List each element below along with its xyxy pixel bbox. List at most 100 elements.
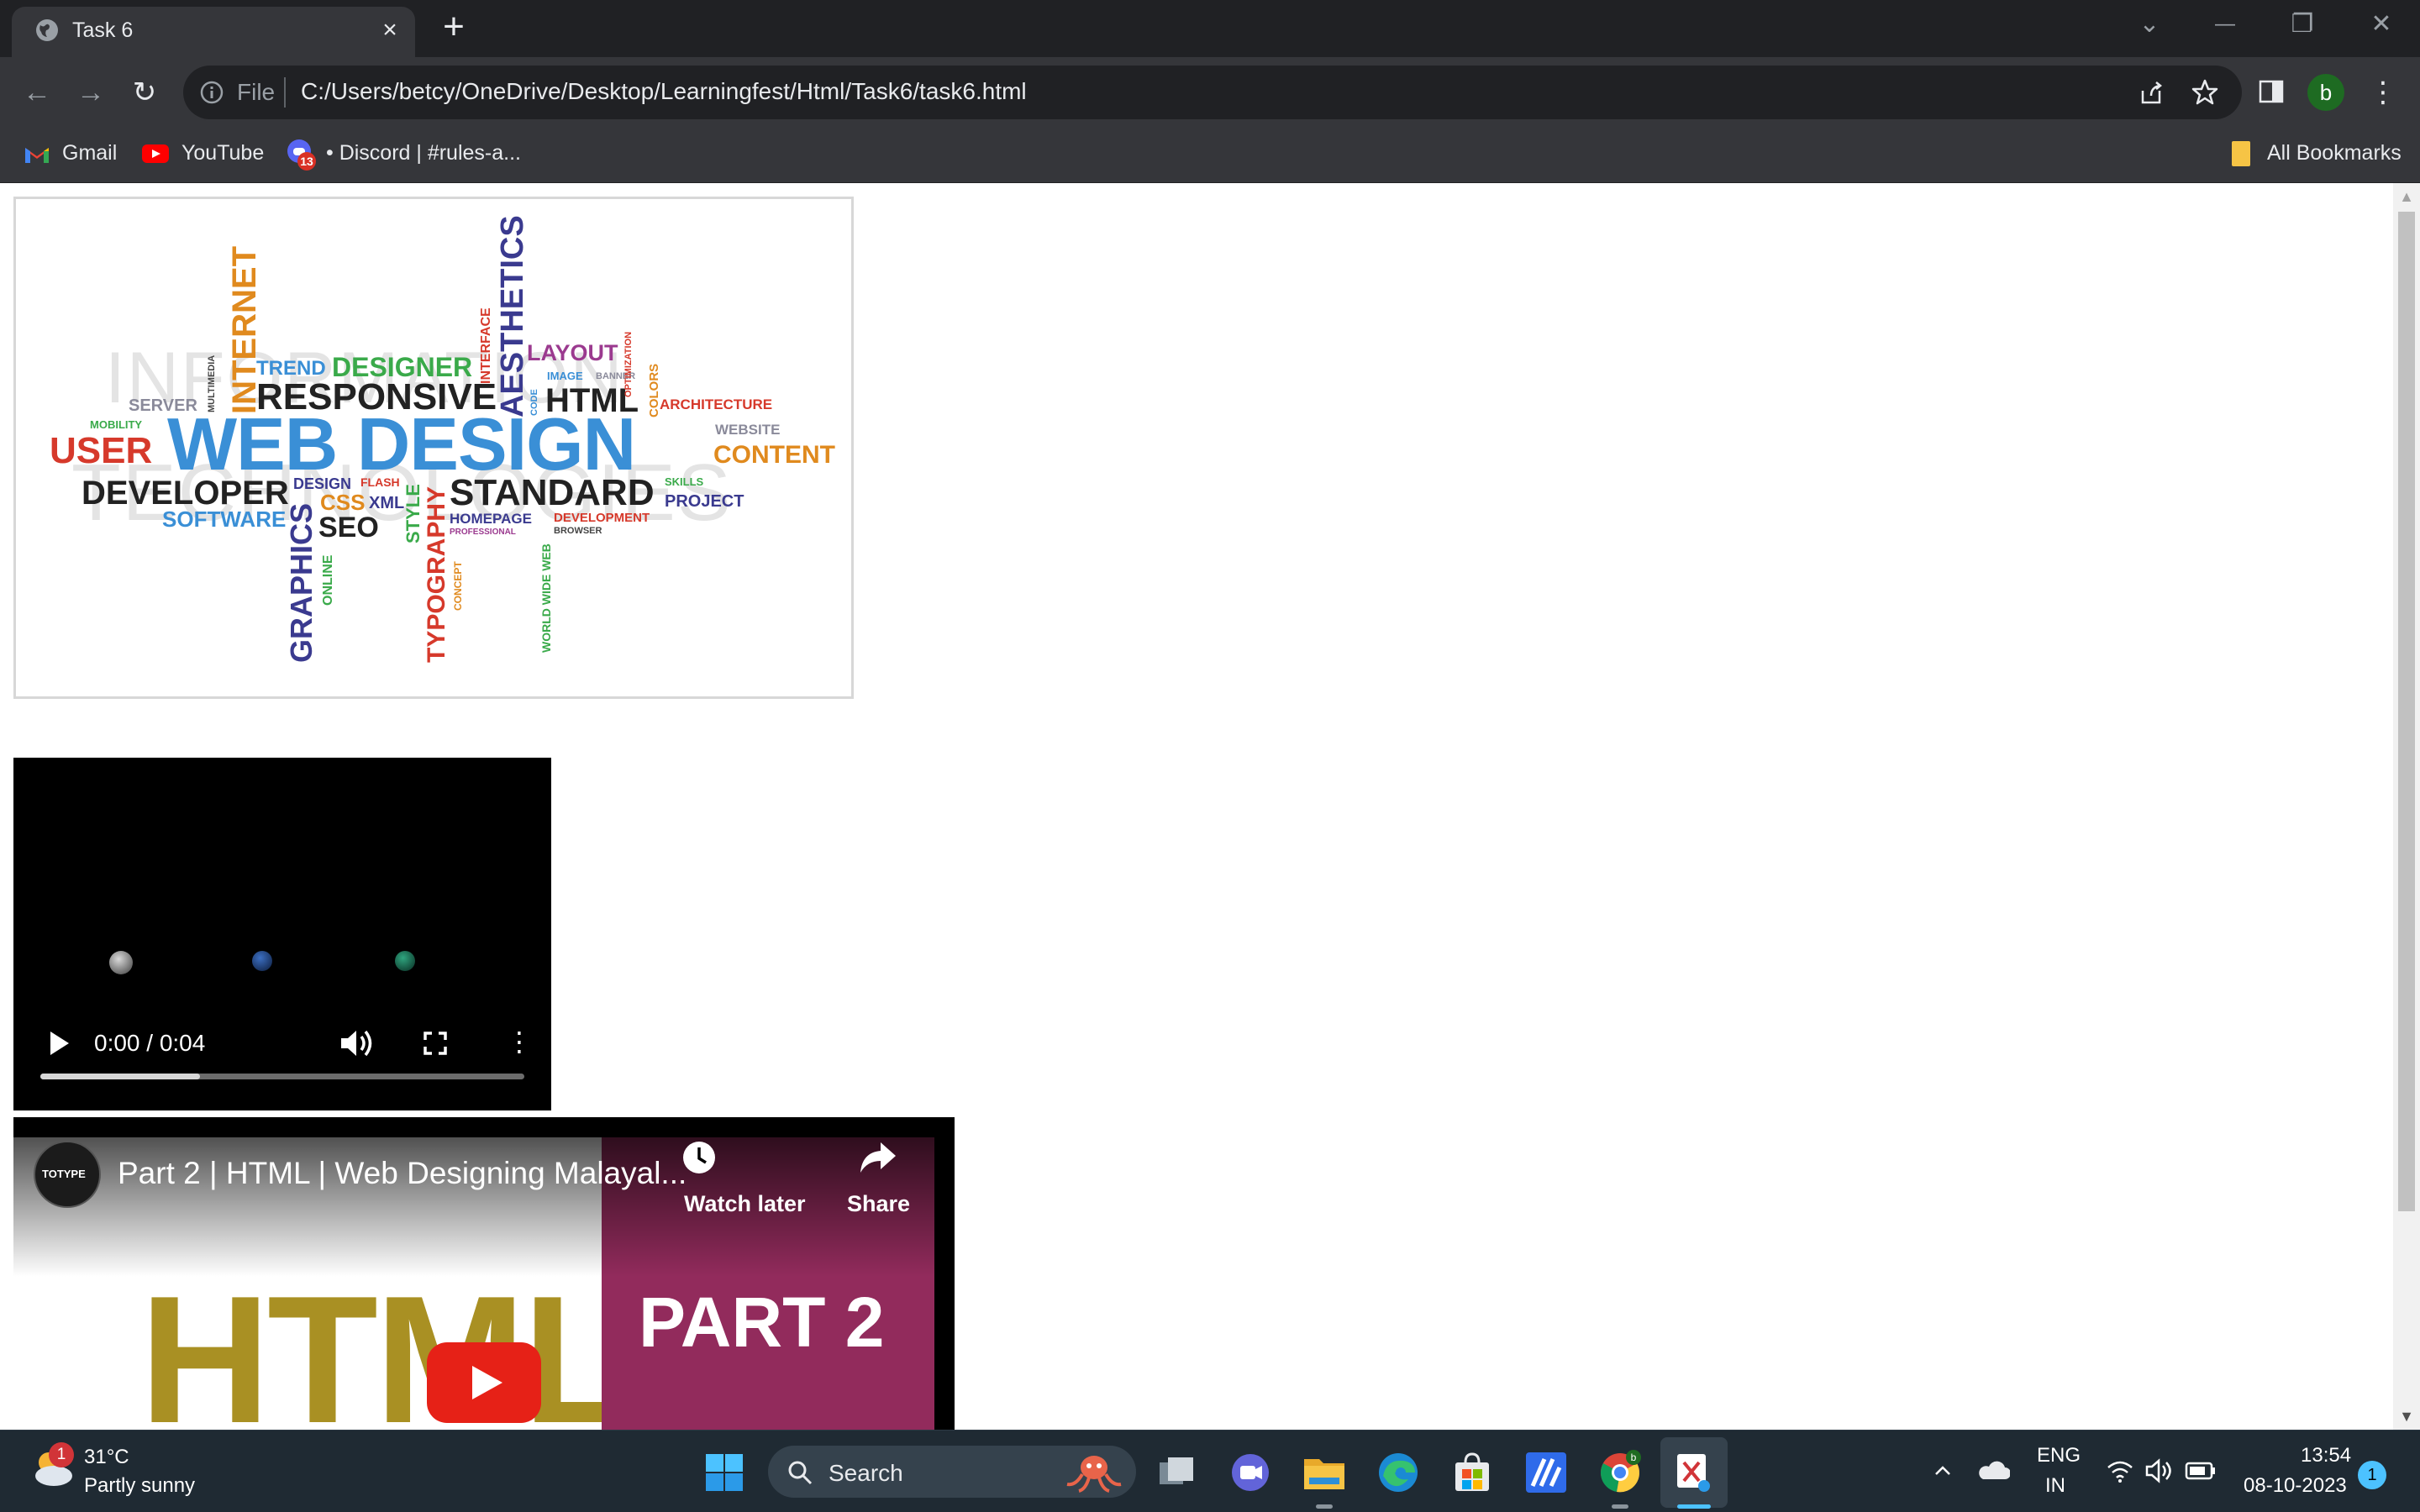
wordcloud-word: PROJECT xyxy=(665,492,744,511)
task-view-icon[interactable] xyxy=(1153,1449,1200,1496)
onedrive-icon[interactable] xyxy=(1976,1457,2010,1484)
address-bar[interactable]: File C:/Users/betcy/OneDrive/Desktop/Lea… xyxy=(183,66,2242,119)
wordcloud-word: WORLD WIDE WEB xyxy=(539,543,553,653)
teams-chat-icon[interactable] xyxy=(1227,1449,1274,1496)
wordcloud-word: RESPONSIVE xyxy=(256,376,497,417)
wifi-icon[interactable] xyxy=(2106,1457,2134,1484)
youtube-video-title[interactable]: Part 2 | HTML | Web Designing Malayal... xyxy=(118,1156,687,1191)
youtube-play-button[interactable] xyxy=(427,1342,541,1423)
wordcloud-word: FLASH xyxy=(360,475,400,489)
wordcloud-word: LAYOUT xyxy=(527,340,618,365)
scheme-label: File xyxy=(237,79,276,105)
youtube-embed[interactable]: HTML PART 2 TOTYPE Part 2 | HTML | Web D… xyxy=(13,1117,955,1430)
forward-button[interactable]: → xyxy=(71,72,111,113)
close-window-button[interactable]: ✕ xyxy=(2344,5,2418,44)
video-time: 0:00 / 0:04 xyxy=(94,1030,206,1056)
video-progress-bar[interactable] xyxy=(40,1074,524,1079)
restore-button[interactable]: ❐ xyxy=(2265,5,2339,44)
battery-icon[interactable] xyxy=(2185,1461,2217,1481)
wordcloud-word: TREND xyxy=(256,357,326,380)
video-player[interactable]: 0:00 / 0:04 ⋮ xyxy=(13,758,551,1110)
windows-taskbar: 1 31°C Partly sunny Search b ENG IN 13:5… xyxy=(0,1430,2420,1512)
scrollbar-thumb[interactable] xyxy=(2398,212,2415,1211)
chrome-icon[interactable]: b xyxy=(1597,1449,1644,1496)
volume-tray-icon[interactable] xyxy=(2144,1457,2175,1484)
wordcloud-word: CODE xyxy=(529,389,539,416)
info-icon[interactable] xyxy=(198,79,225,106)
wordcloud-word: COLORS xyxy=(647,363,661,417)
fullscreen-icon[interactable] xyxy=(418,1026,452,1060)
wordcloud-word: MOBILITY xyxy=(90,418,143,431)
video-frame-ball xyxy=(109,951,133,974)
windows-start-icon[interactable] xyxy=(704,1452,744,1493)
wordcloud-word: PROFESSIONAL xyxy=(450,528,516,537)
profile-avatar[interactable]: b xyxy=(2307,74,2344,111)
reload-button[interactable]: ↻ xyxy=(124,72,165,113)
side-panel-icon[interactable] xyxy=(2257,77,2286,106)
chrome-running-indicator xyxy=(1612,1504,1628,1509)
new-tab-button[interactable]: + xyxy=(432,8,476,47)
clock-time[interactable]: 13:54 xyxy=(2301,1444,2351,1467)
watch-later-button[interactable]: Watch later xyxy=(684,1191,806,1217)
weather-description[interactable]: Partly sunny xyxy=(84,1474,195,1498)
volume-icon[interactable] xyxy=(336,1025,376,1062)
wordcloud-word: HOMEPAGE xyxy=(450,511,532,527)
wordcloud-word: WEBSITE xyxy=(715,422,781,438)
url-text[interactable]: C:/Users/betcy/OneDrive/Desktop/Learning… xyxy=(301,78,1027,105)
play-icon[interactable] xyxy=(42,1026,76,1060)
minimize-button[interactable]: — xyxy=(2188,5,2262,44)
wordcloud-word: AESTHETICS xyxy=(495,215,530,417)
browser-toolbar: ← → ↻ File C:/Users/betcy/OneDrive/Deskt… xyxy=(0,57,2420,128)
video-more-icon[interactable]: ⋮ xyxy=(506,1023,533,1060)
discord-badge: 13 xyxy=(300,155,313,168)
search-placeholder: Search xyxy=(829,1460,903,1486)
back-button[interactable]: ← xyxy=(17,72,57,113)
wordcloud-word: DEVELOPER xyxy=(82,475,289,512)
gmail-icon xyxy=(25,148,49,163)
wordcloud-word: BROWSER xyxy=(554,526,602,536)
microsoft-store-icon[interactable] xyxy=(1449,1449,1496,1496)
weather-temperature[interactable]: 31°C xyxy=(84,1446,129,1469)
share-icon[interactable] xyxy=(857,1139,897,1176)
all-bookmarks-button[interactable]: All Bookmarks xyxy=(2267,136,2402,170)
dev-tool-icon[interactable] xyxy=(1523,1449,1570,1496)
discord-icon: 13 xyxy=(287,139,316,171)
scroll-up-arrow[interactable]: ▲ xyxy=(2393,183,2420,210)
language-region[interactable]: IN xyxy=(2045,1474,2065,1498)
share-button[interactable]: Share xyxy=(847,1191,910,1217)
bookmark-discord[interactable]: • Discord | #rules-a... xyxy=(326,136,521,170)
globe-icon xyxy=(36,19,58,41)
edge-icon[interactable] xyxy=(1375,1449,1422,1496)
wordcloud-word: STYLE xyxy=(402,484,424,543)
bookmark-star-icon[interactable] xyxy=(2186,74,2223,111)
bookmark-gmail[interactable]: Gmail xyxy=(62,136,117,170)
wordcloud-word: DEVELOPMENT xyxy=(554,511,650,525)
language-indicator[interactable]: ENG xyxy=(2037,1444,2081,1467)
weather-badge: 1 xyxy=(49,1442,74,1467)
share-page-icon[interactable] xyxy=(2133,74,2170,111)
title-overlay xyxy=(13,1117,955,1277)
clock-date[interactable]: 08-10-2023 xyxy=(2244,1474,2347,1498)
clock-icon[interactable] xyxy=(681,1139,718,1176)
snipping-tool-icon[interactable] xyxy=(1670,1449,1718,1496)
scroll-down-arrow[interactable]: ▼ xyxy=(2393,1403,2420,1430)
bookmark-youtube[interactable]: YouTube xyxy=(182,136,264,170)
tab-title: Task 6 xyxy=(72,18,134,42)
channel-avatar[interactable]: TOTYPE xyxy=(34,1141,101,1208)
tab-task6[interactable]: Task 6 × xyxy=(12,7,415,57)
taskbar-search[interactable]: Search xyxy=(768,1446,1136,1498)
file-explorer-icon[interactable] xyxy=(1301,1449,1348,1496)
channel-logo-text: TOTYPE xyxy=(42,1168,86,1180)
url-separator xyxy=(284,77,286,108)
tab-search-icon[interactable]: ⌄ xyxy=(2112,5,2186,44)
search-icon xyxy=(788,1461,813,1485)
wordcloud-word: MULTIMEDIA xyxy=(207,354,217,412)
page-scrollbar[interactable]: ▲ ▼ xyxy=(2393,183,2420,1430)
explorer-running-indicator xyxy=(1316,1504,1333,1509)
tab-close-icon[interactable]: × xyxy=(375,15,405,45)
show-hidden-icons[interactable] xyxy=(1929,1457,1956,1484)
notification-badge[interactable]: 1 xyxy=(2358,1461,2386,1489)
wordcloud-word: INTERNET xyxy=(226,246,263,414)
browser-menu-icon[interactable]: ⋮ xyxy=(2366,72,2400,113)
wordcloud-word: SOFTWARE xyxy=(162,507,287,532)
